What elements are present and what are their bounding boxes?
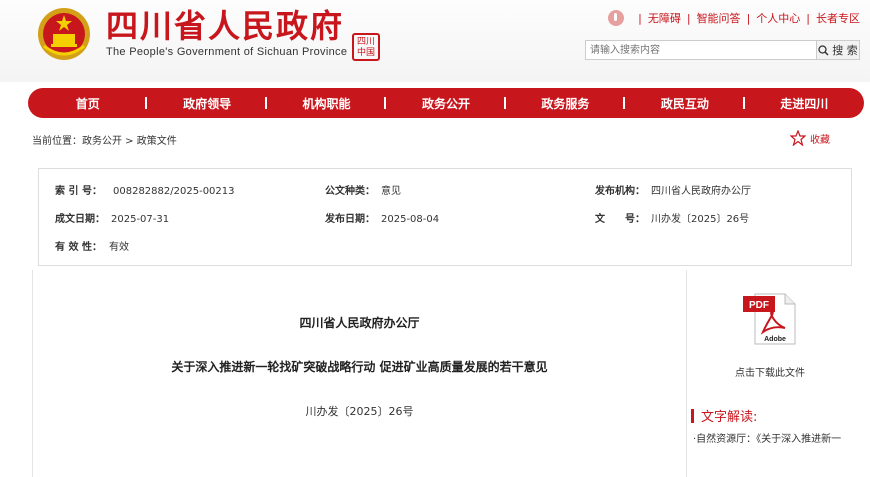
nav-item-about-sichuan[interactable]: 走进四川 (745, 95, 864, 112)
document-meta-box: 索 引 号： 008282882/2025-00213 公文种类： 意见 发布机构：… (38, 168, 852, 266)
sidebar: PDF Adobe 点击下载此文件 文字解读: ·自然资源厅：《关于深入推进新一 (688, 270, 852, 477)
interpretation-title: 文字解读: (701, 410, 758, 425)
pdf-label: PDF (749, 300, 769, 311)
elder-zone-link[interactable]: 长者专区 (816, 10, 860, 26)
meta-written-value: 2025-07-31 (111, 214, 170, 225)
site-header: 四川省人民政府 The People's Government of Sichu… (0, 0, 870, 82)
search-icon (818, 44, 829, 56)
meta-index-label: 索 引 号： (55, 186, 102, 197)
site-title[interactable]: 四川省人民政府 (106, 8, 344, 44)
interpretation-heading: 文字解读: (691, 406, 757, 425)
download-file-link[interactable]: 点击下载此文件 (688, 364, 852, 379)
national-emblem-icon[interactable] (36, 6, 92, 62)
meta-written-label: 成文日期： (55, 214, 105, 225)
meta-validity-value: 有效 (109, 242, 129, 253)
smart-qa-link[interactable]: 智能问答 (697, 10, 741, 26)
site-subtitle: The People's Government of Sichuan Provi… (106, 46, 348, 58)
breadcrumb[interactable]: 当前位置：政务公开 > 政策文件 (32, 132, 177, 147)
meta-type: 公文种类： 意见 (325, 182, 401, 197)
meta-published-date: 发布日期： 2025-08-04 (325, 210, 439, 225)
meta-type-label: 公文种类： (325, 186, 375, 197)
meta-publisher: 发布机构： 四川省人民政府办公厅 (595, 182, 751, 197)
document-number: 川办发〔2025〕26号 (305, 405, 414, 418)
document-title: 关于深入推进新一轮找矿突破战略行动 促进矿业高质量发展的若干意见 (171, 360, 548, 374)
star-icon (790, 130, 806, 146)
adobe-label: Adobe (764, 336, 786, 343)
meta-validity-label: 有 效 性： (55, 242, 102, 253)
main-nav: 首页 政府领导 机构职能 政务公开 政务服务 政民互动 走进四川 (28, 88, 864, 118)
meta-index-value: 008282882/2025-00213 (113, 186, 235, 197)
search-input[interactable] (586, 41, 816, 59)
top-links: | 无障碍 | 智能问答 | 个人中心 | 长者专区 (608, 10, 860, 26)
pinterest-like-icon[interactable] (608, 10, 625, 26)
personal-center-link[interactable]: 个人中心 (756, 10, 800, 26)
nav-item-functions[interactable]: 机构职能 (267, 95, 387, 112)
search-button[interactable]: 搜 索 (816, 41, 859, 59)
nav-item-interaction[interactable]: 政民互动 (625, 95, 745, 112)
meta-docno-value: 川办发〔2025〕26号 (651, 214, 750, 225)
meta-type-value: 意见 (381, 186, 401, 197)
interpretation-link[interactable]: ·自然资源厅：《关于深入推进新一 (693, 430, 851, 445)
accessibility-link[interactable]: 无障碍 (648, 10, 681, 26)
search-box: 搜 索 (585, 40, 860, 60)
meta-docno-label: 文 号： (595, 214, 645, 225)
meta-published-label: 发布日期： (325, 214, 375, 225)
meta-written-date: 成文日期： 2025-07-31 (55, 210, 169, 225)
document-org: 四川省人民政府办公厅 (299, 316, 420, 330)
search-button-label: 搜 索 (832, 44, 858, 57)
nav-item-home[interactable]: 首页 (28, 95, 148, 112)
meta-validity: 有 效 性： 有效 (55, 238, 129, 253)
meta-published-value: 2025-08-04 (381, 214, 440, 225)
seal-logo: 四川 中国 (352, 33, 380, 61)
favorite-label: 收藏 (810, 134, 830, 146)
nav-item-disclosure[interactable]: 政务公开 (386, 95, 507, 112)
pdf-download-icon[interactable]: PDF Adobe (741, 290, 799, 348)
heading-bar (691, 408, 694, 423)
favorite-button[interactable]: 收藏 (790, 130, 830, 146)
meta-publisher-value: 四川省人民政府办公厅 (651, 186, 751, 197)
meta-doc-number: 文 号： 川办发〔2025〕26号 (595, 210, 749, 225)
meta-index: 索 引 号： 008282882/2025-00213 (55, 182, 235, 197)
nav-item-services[interactable]: 政务服务 (506, 95, 626, 112)
meta-publisher-label: 发布机构： (595, 186, 645, 197)
nav-item-leaders[interactable]: 政府领导 (147, 95, 268, 112)
